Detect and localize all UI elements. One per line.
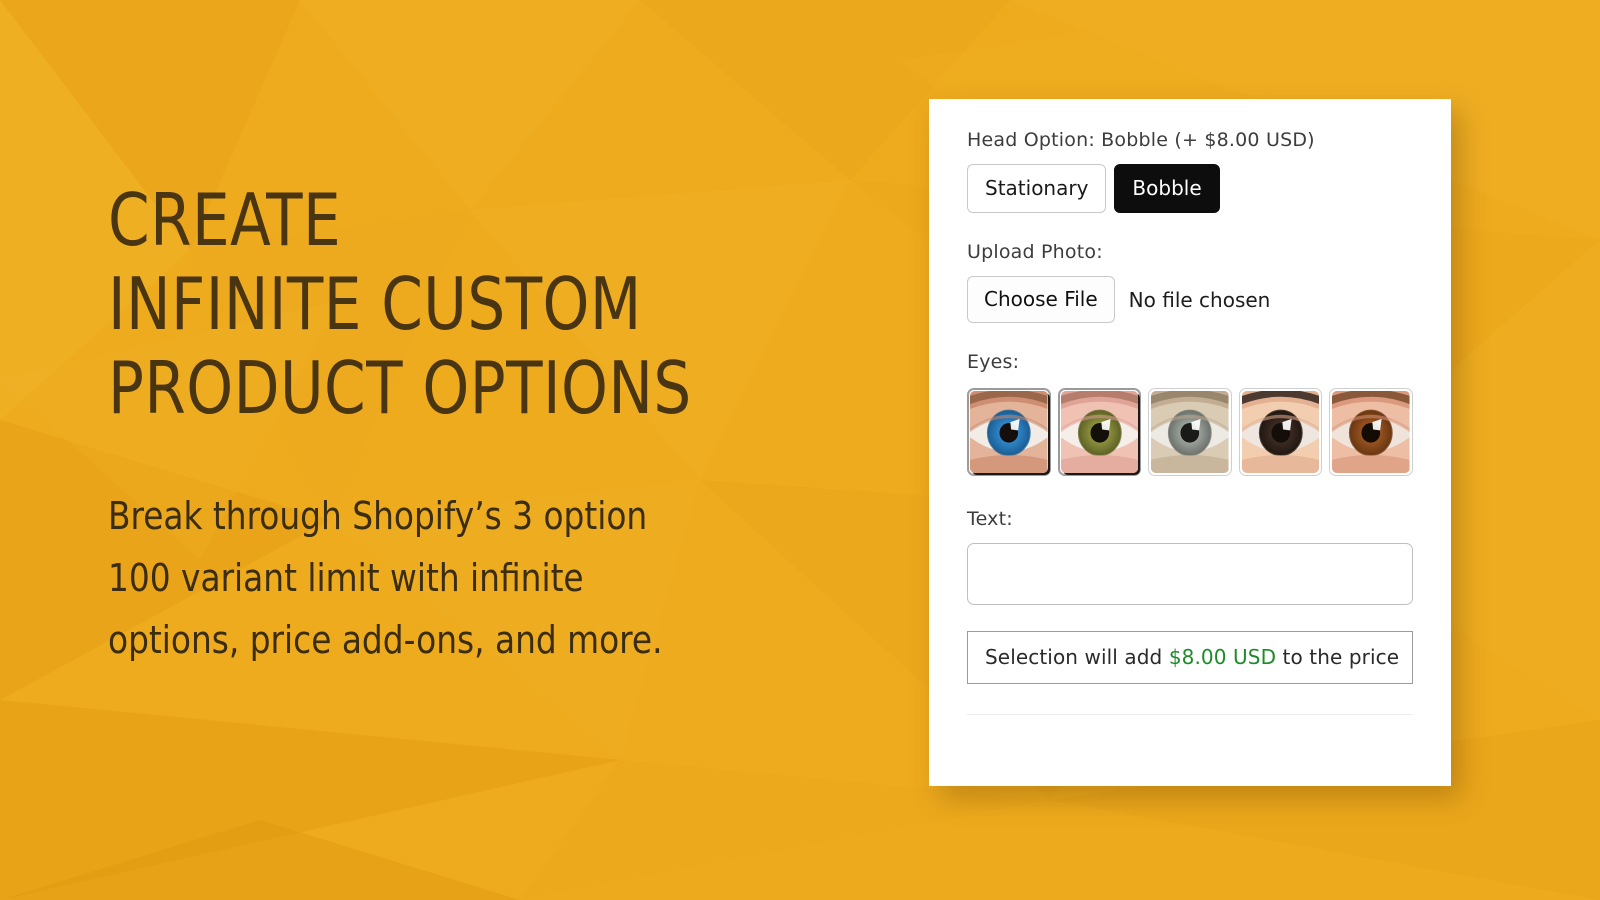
price-note-suffix: to the price — [1276, 645, 1400, 669]
choose-file-button[interactable]: Choose File — [967, 276, 1115, 323]
head-option-button-stationary[interactable]: Stationary — [967, 164, 1107, 213]
price-note-prefix: Selection will add — [985, 645, 1169, 669]
text-field: Text: — [967, 506, 1413, 605]
product-options-card: Head Option: Bobble (+ $8.00 USD) Statio… — [929, 99, 1451, 786]
eye-swatch-dark-brown-eye[interactable] — [1238, 388, 1323, 476]
head-option-button-bobble[interactable]: Bobble — [1114, 164, 1220, 213]
head-option-field: Head Option: Bobble (+ $8.00 USD) Statio… — [967, 127, 1413, 213]
text-field-label: Text: — [967, 508, 1013, 530]
page-title: CREATE INFINITE CUSTOM PRODUCT OPTIONS — [108, 178, 692, 430]
head-option-label: Head Option: Bobble (+ $8.00 USD) — [967, 129, 1315, 151]
eyes-label: Eyes: — [967, 351, 1020, 373]
eye-image-green-eye — [1060, 391, 1139, 473]
head-option-button-group: Stationary Bobble — [967, 164, 1413, 213]
text-input[interactable] — [967, 543, 1413, 605]
marketing-copy: CREATE INFINITE CUSTOM PRODUCT OPTIONS B… — [108, 178, 868, 671]
eye-image-blue-eye — [970, 391, 1048, 473]
eye-swatch-green-eye[interactable] — [1057, 388, 1142, 476]
price-note-box: Selection will add $8.00 USD to the pric… — [967, 631, 1413, 684]
card-divider — [967, 714, 1413, 715]
upload-photo-label: Upload Photo: — [967, 241, 1103, 263]
eye-swatch-gray-eye[interactable] — [1148, 388, 1232, 476]
eye-swatch-blue-eye[interactable] — [967, 388, 1051, 476]
file-upload-row: Choose File No file chosen — [967, 276, 1413, 323]
price-note-amount: $8.00 USD — [1168, 645, 1277, 669]
eye-image-amber-brown-eye — [1332, 391, 1410, 473]
upload-photo-field: Upload Photo: Choose File No file chosen — [967, 239, 1413, 323]
eyes-field: Eyes: — [967, 349, 1413, 476]
page-subtitle: Break through Shopify’s 3 option 100 var… — [108, 494, 663, 662]
eyes-swatch-group — [967, 388, 1413, 476]
eye-swatch-amber-brown-eye[interactable] — [1329, 388, 1413, 476]
eye-image-gray-eye — [1151, 391, 1229, 473]
eye-image-dark-brown-eye — [1241, 391, 1320, 473]
file-status-text: No file chosen — [1128, 287, 1271, 312]
